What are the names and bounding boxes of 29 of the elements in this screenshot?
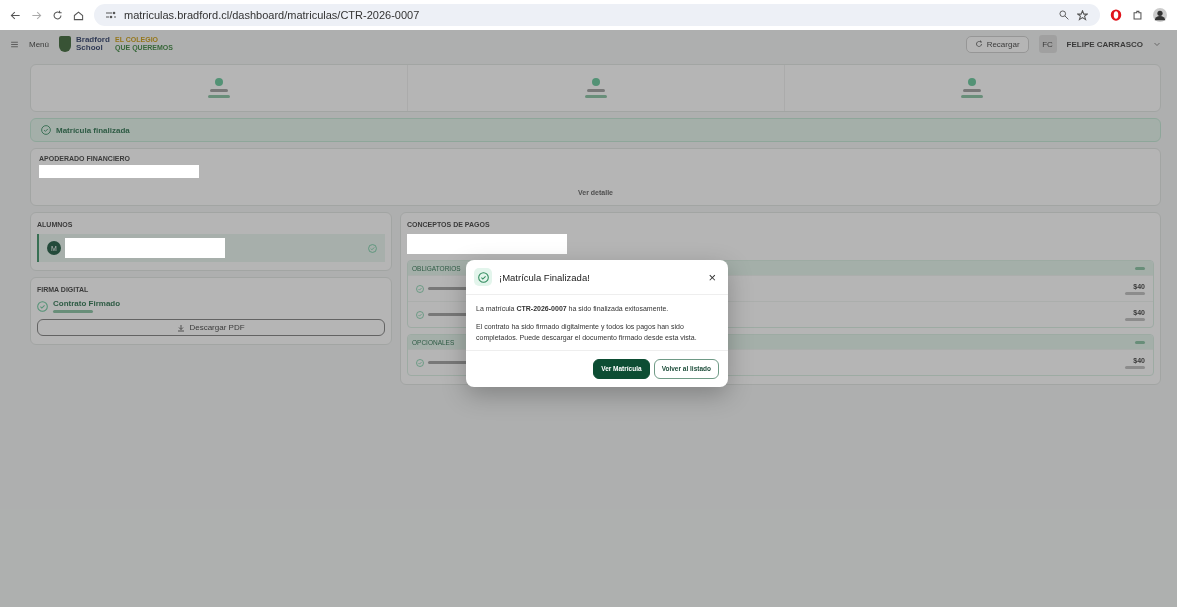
check-circle-icon — [416, 358, 424, 367]
check-circle-icon — [368, 243, 377, 253]
dialog-title: ¡Matrícula Finalizada! — [499, 271, 591, 283]
menu-button[interactable]: Menú — [29, 39, 49, 49]
close-button[interactable]: × — [706, 269, 718, 285]
download-pdf-button[interactable]: Descargar PDF — [37, 319, 385, 336]
check-circle-icon — [37, 300, 48, 312]
signature-status: Contrato Firmado — [53, 299, 121, 308]
check-circle-icon — [416, 310, 424, 319]
star-icon[interactable] — [1077, 9, 1088, 21]
user-avatar: FC — [1038, 35, 1057, 53]
site-settings-icon[interactable] — [106, 11, 116, 19]
banner-text: Matrícula finalizada — [56, 125, 130, 135]
opera-icon[interactable] — [1110, 9, 1122, 21]
check-circle-icon — [41, 125, 51, 135]
address-bar[interactable]: matriculas.bradford.cl/dashboard/matriculas/CTR-2026-0007 — [94, 4, 1100, 26]
menu-icon[interactable] — [10, 39, 19, 49]
extensions-icon[interactable] — [1132, 9, 1143, 21]
user-menu[interactable]: FELIPE CARRASCO — [1066, 39, 1143, 49]
zoom-icon[interactable] — [1059, 10, 1069, 20]
check-circle-icon — [416, 284, 424, 293]
url-text: matriculas.bradford.cl/dashboard/matriculas/CTR-2026-0007 — [124, 9, 420, 21]
reload-button[interactable]: Recargar — [965, 35, 1029, 53]
reload-icon[interactable] — [52, 9, 63, 21]
profile-avatar[interactable] — [1153, 8, 1167, 22]
home-icon[interactable] — [73, 9, 84, 21]
download-icon — [177, 323, 186, 332]
refresh-icon — [974, 40, 983, 48]
back-icon[interactable] — [10, 9, 21, 21]
